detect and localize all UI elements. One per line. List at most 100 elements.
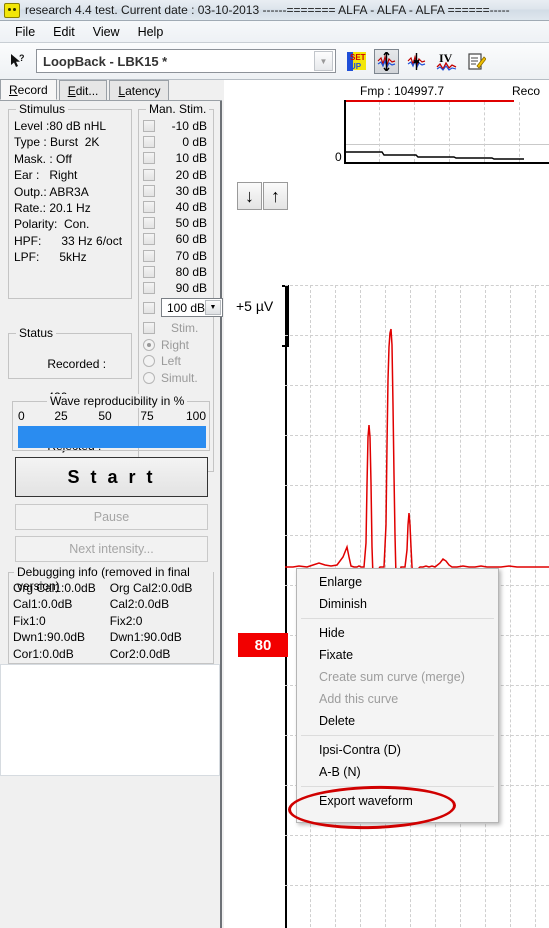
tab-record[interactable]: Record [0, 79, 57, 100]
debug-line: Fix1:0 [13, 613, 46, 628]
context-menu-item-ipsi-contra[interactable]: Ipsi-Contra (D) [297, 739, 498, 761]
context-menu-label: Export waveform [319, 794, 413, 808]
level-checkbox[interactable] [143, 265, 155, 278]
ear-radio-left[interactable]: Left [143, 353, 223, 369]
toolbar: ? LoopBack - LBK15 * ▼ SET UP IV [0, 43, 549, 80]
stim-label: Stim. [171, 321, 199, 336]
level-checkbox[interactable] [143, 152, 155, 165]
level-checkbox-row[interactable]: 70 dB [143, 248, 223, 264]
level-checkbox[interactable] [143, 281, 155, 294]
context-menu-label: Add this curve [319, 692, 399, 706]
context-menu-item-a-b[interactable]: A-B (N) [297, 761, 498, 783]
menu-item-view[interactable]: View [84, 23, 129, 41]
amplitude-label: +5 µV [236, 298, 274, 314]
level-checkbox-row[interactable]: 50 dB [143, 215, 223, 231]
menu-item-file[interactable]: File [6, 23, 44, 41]
level-checkbox[interactable] [143, 201, 155, 214]
radio-icon[interactable] [143, 339, 155, 352]
tab-record-label-rest: ecord [17, 82, 48, 97]
tab-latency[interactable]: Latency [109, 80, 170, 100]
level-checkbox[interactable] [143, 233, 155, 246]
level-checkbox-row[interactable]: 40 dB [143, 199, 223, 215]
level-checkbox[interactable] [143, 249, 155, 262]
fmp-iv-button[interactable]: IV [434, 49, 459, 74]
notes-panel[interactable] [0, 664, 220, 776]
level-checkbox[interactable] [143, 217, 155, 230]
level-checkbox-row[interactable]: 80 dB [143, 264, 223, 280]
debug-line: Org Cal2:0.0dB [109, 581, 193, 595]
curve-context-menu[interactable]: Enlarge Diminish Hide Fixate Create sum … [296, 568, 499, 823]
level-checkbox[interactable] [143, 136, 155, 149]
fmp-zero-tick: 0 [335, 150, 342, 164]
start-button[interactable]: S t a r t [15, 457, 208, 497]
level-checkbox[interactable] [143, 168, 155, 181]
ear-radio-right[interactable]: Right [143, 337, 223, 353]
menu-item-help[interactable]: Help [129, 23, 173, 41]
stim-checkbox-row[interactable]: Stim. [143, 319, 223, 337]
arrow-down-icon: ↓ [245, 185, 254, 206]
status-group-title: Status [16, 326, 57, 340]
stim-checkbox[interactable] [143, 322, 155, 335]
context-menu-separator [301, 786, 494, 787]
stimulus-polarity: Polarity: Con. [14, 217, 90, 232]
stimulus-level: Level :80 dB nHL [14, 119, 107, 133]
status-group: Status Recorded : 420 Rejected : 0 % [8, 326, 132, 486]
setup-button[interactable]: SET UP [344, 49, 369, 74]
level-checkbox[interactable] [143, 120, 155, 133]
level-label: -10 dB [171, 119, 207, 134]
edit-notes-button[interactable] [464, 49, 489, 74]
context-menu-item-export-waveform[interactable]: Export waveform [297, 790, 498, 812]
context-menu-label: Fixate [319, 648, 354, 662]
title-bar: research 4.4 test. Current date : 03-10-… [0, 0, 549, 21]
level-label: 30 dB [175, 183, 207, 198]
level-checkbox-row[interactable]: 90 dB [143, 280, 223, 296]
chevron-down-icon[interactable]: ▼ [205, 300, 221, 316]
pause-button[interactable]: Pause [15, 504, 208, 530]
ear-label-simult: Simult. [161, 370, 198, 385]
context-menu-item-fixate[interactable]: Fixate [297, 644, 498, 666]
waveform-compress-button[interactable] [404, 49, 429, 74]
level-checkbox-row[interactable]: -10 dB [143, 118, 223, 134]
menu-item-edit[interactable]: Edit [44, 23, 84, 41]
level-checkbox-row[interactable]: 20 dB [143, 167, 223, 183]
level-label: 20 dB [175, 167, 207, 182]
level-label: 70 dB [175, 248, 207, 263]
ear-label-right: Right [161, 338, 190, 353]
context-menu-label: Delete [319, 714, 356, 728]
level-checkbox-row[interactable]: 60 dB [143, 231, 223, 247]
context-menu-item-delete[interactable]: Delete [297, 710, 498, 732]
ear-label-left: Left [161, 354, 182, 369]
debug-line: Cor1:0.0dB [13, 646, 74, 661]
debugging-group: Debugging info (removed in final version… [8, 565, 214, 677]
next-intensity-button[interactable]: Next intensity... [15, 536, 208, 562]
level-checkbox[interactable] [143, 301, 155, 314]
level-checkbox-row[interactable]: 30 dB [143, 183, 223, 199]
context-menu-item-diminish[interactable]: Diminish [297, 593, 498, 615]
repro-tick-75: 75 [140, 409, 154, 423]
radio-icon[interactable] [143, 355, 155, 368]
context-menu-item-enlarge[interactable]: Enlarge [297, 571, 498, 593]
level-checkbox[interactable] [143, 184, 155, 197]
level-dropdown[interactable]: 100 dB ▼ [161, 298, 223, 318]
menu-bar: File Edit View Help [0, 21, 549, 43]
radio-icon[interactable] [143, 371, 155, 384]
tab-edit[interactable]: Edit... [58, 80, 108, 100]
level-checkbox-row[interactable]: 0 dB [143, 134, 223, 150]
left-panel: Record Edit... Latency Stimulus Level :8… [0, 79, 223, 928]
ear-radio-simult[interactable]: Simult. [143, 369, 223, 385]
scale-decrease-button[interactable]: ↓ [237, 182, 262, 210]
level-label: 0 dB [182, 135, 207, 150]
intensity-marker[interactable]: 80 [238, 633, 288, 657]
help-cursor-icon[interactable]: ? [4, 48, 30, 74]
chevron-down-icon[interactable]: ▼ [314, 51, 333, 71]
waveform-normal-button[interactable] [374, 48, 399, 74]
level-dropdown-row[interactable]: 100 dB ▼ [143, 296, 223, 319]
scale-increase-button[interactable]: ↑ [263, 182, 288, 210]
repro-tick-25: 25 [54, 409, 68, 423]
level-checkbox-row[interactable]: 10 dB [143, 150, 223, 166]
reproducibility-title: Wave reproducibility in % [47, 394, 188, 408]
patient-combo[interactable]: LoopBack - LBK15 * ▼ [36, 49, 336, 73]
context-menu-item-hide[interactable]: Hide [297, 622, 498, 644]
context-menu-separator [301, 618, 494, 619]
fmp-noise-curve [346, 151, 524, 160]
